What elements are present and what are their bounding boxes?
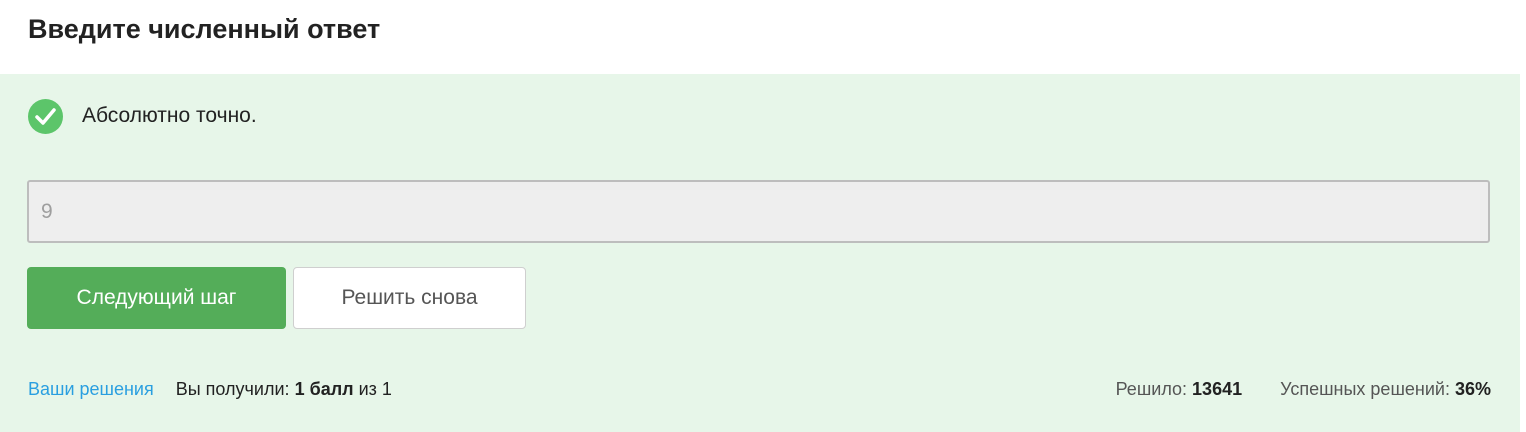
next-step-button[interactable]: Следующий шаг — [27, 267, 286, 329]
success-rate: 36% — [1454, 379, 1491, 399]
score-label: Вы получили: — [175, 379, 290, 399]
status-message: Абсолютно точно. — [28, 98, 257, 134]
page-title: Введите численный ответ — [28, 14, 381, 44]
right-edge — [1520, 74, 1526, 432]
footer-left: Ваши решения Вы получили: 1 балл из 1 — [28, 379, 392, 400]
your-solutions-link[interactable]: Ваши решения — [28, 379, 154, 400]
result-panel: Абсолютно точно. Следующий шаг Решить сн… — [0, 74, 1520, 432]
status-text: Абсолютно точно. — [82, 104, 257, 127]
score-points: 1 балл — [294, 379, 354, 399]
footer-stats: Решило: 13641 Успешных решений: 36% — [1116, 379, 1491, 400]
footer: Ваши решения Вы получили: 1 балл из 1 Ре… — [28, 379, 1491, 405]
check-circle-icon — [28, 98, 63, 134]
header: Введите численный ответ — [0, 0, 1526, 74]
score-max: из 1 — [358, 379, 392, 399]
solved-count: 13641 — [1192, 379, 1243, 399]
success-label: Успешных решений: — [1280, 379, 1450, 399]
answer-input[interactable] — [27, 180, 1490, 243]
solved-label: Решило: — [1115, 379, 1188, 399]
retry-button[interactable]: Решить снова — [293, 267, 526, 329]
checkmark-icon — [35, 107, 56, 125]
